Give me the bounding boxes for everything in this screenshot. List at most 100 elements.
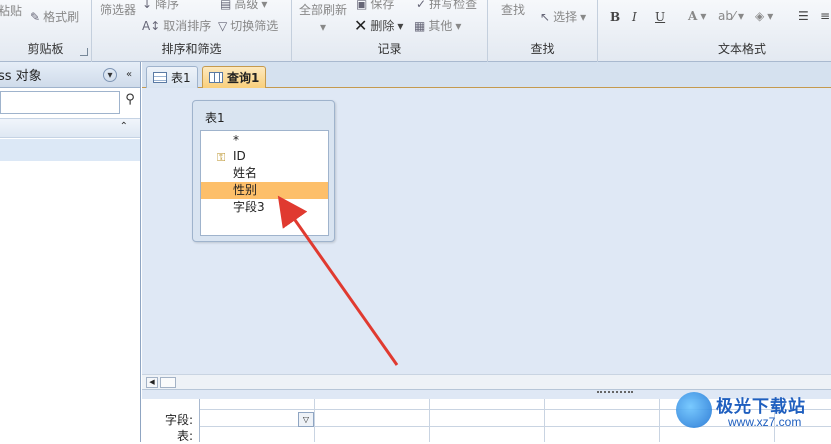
chevron-down-icon: ▾ xyxy=(700,9,707,23)
sort-filter-group: 筛选器 ↓ 降序 A↕ 取消排序 ▤ 高级 ▾ ▽ 切换筛选 排序和筛选 xyxy=(92,0,292,62)
advanced-button[interactable]: ▤ 高级 ▾ xyxy=(220,0,267,12)
document-tab-bar: 表1 查询1 xyxy=(142,62,831,88)
field-item-name[interactable]: 姓名 xyxy=(201,165,328,182)
format-painter-button[interactable]: ✎ 格式刷 xyxy=(30,8,79,25)
filter-button[interactable]: 筛选器 xyxy=(100,1,136,18)
delete-button[interactable]: ✕ 删除 ▾ xyxy=(354,16,403,35)
paste-button[interactable]: 粘贴 xyxy=(0,2,22,19)
collapse-group-icon[interactable]: ⌃ xyxy=(120,121,128,132)
sort-desc-icon: ↓ xyxy=(142,0,153,11)
find-group-title: 查找 xyxy=(530,42,555,56)
field-dropdown-icon[interactable]: ▽ xyxy=(298,412,314,427)
search-icon[interactable]: ⚲ xyxy=(121,92,139,113)
watermark: 极光下载站 www.xz7.com xyxy=(672,388,831,442)
table-field-list-window[interactable]: 表1 * ⚿ ID 姓名 性别 字段3 xyxy=(192,100,335,242)
watermark-brand: 极光下载站 xyxy=(716,397,806,417)
fill-color-button[interactable]: ◈ ▾ xyxy=(755,9,773,23)
cursor-icon: ↖ xyxy=(540,9,551,24)
ribbon: 粘贴 ✎ 格式刷 剪贴板 筛选器 ↓ 降序 A↕ 取消排序 ▤ 高级 ▾ ▽ 切换筛选 排序… xyxy=(0,0,831,62)
splitter-grip[interactable] xyxy=(597,391,633,394)
grid-column[interactable] xyxy=(545,399,660,442)
nav-pane-header[interactable]: ss 对象 ▾ « xyxy=(0,62,140,88)
find-group: 查找 ↖ 选择 ▾ 查找 xyxy=(488,0,598,62)
field-label: 姓名 xyxy=(233,166,258,180)
clipboard-group: 粘贴 ✎ 格式刷 剪贴板 xyxy=(0,0,92,62)
chevron-down-icon: ▾ xyxy=(767,9,774,23)
navigation-pane: ss 对象 ▾ « ⚲ ⌃ xyxy=(0,62,141,442)
delete-x-icon: ✕ xyxy=(354,16,368,35)
clipboard-group-title: 剪贴板 xyxy=(27,42,64,56)
field-item-field3[interactable]: 字段3 xyxy=(201,199,328,216)
tab-label: 查询1 xyxy=(227,71,260,85)
dialog-launcher-icon[interactable] xyxy=(80,48,88,56)
collapse-pane-icon[interactable]: « xyxy=(122,68,136,82)
chevron-down-icon: ▾ xyxy=(580,9,587,24)
highlight-icon: ab⁄ xyxy=(718,9,735,23)
chevron-down-icon: ▾ xyxy=(261,0,268,11)
field-label: ID xyxy=(233,149,246,163)
records-group: 全部刷新 ▾ ▣ 保存 ✕ 删除 ▾ ✓ 拼写检查 ▦ 其他 ▾ 记录 xyxy=(292,0,488,62)
nav-menu-dropdown-icon[interactable]: ▾ xyxy=(103,68,117,82)
horizontal-scrollbar[interactable]: ◀ xyxy=(142,374,831,389)
field-list[interactable]: * ⚿ ID 姓名 性别 字段3 xyxy=(200,130,329,236)
align-left-icon: ☰ xyxy=(798,9,809,23)
table-icon xyxy=(153,72,167,83)
spelling-button[interactable]: ✓ 拼写检查 xyxy=(416,0,477,12)
select-button[interactable]: ↖ 选择 ▾ xyxy=(540,8,586,25)
underline-button[interactable]: U xyxy=(655,10,665,24)
grid-column[interactable] xyxy=(315,399,430,442)
grid-column[interactable] xyxy=(430,399,545,442)
field-label: * xyxy=(233,133,239,147)
align-left-button[interactable]: ☰ xyxy=(798,9,809,23)
font-color-button[interactable]: A ▾ xyxy=(688,9,706,23)
text-format-group: B I U A ▾ ab⁄ ▾ ◈ ▾ ☰ ≡ 文本格式 xyxy=(598,0,831,62)
more-icon: ▦ xyxy=(414,18,426,33)
tab-table1[interactable]: 表1 xyxy=(146,66,198,88)
refresh-dropdown[interactable]: ▾ xyxy=(320,20,326,34)
toggle-filter-button[interactable]: ▽ 切换筛选 xyxy=(218,17,278,34)
sort-descending-button[interactable]: ↓ 降序 xyxy=(142,0,179,12)
grid-column[interactable]: ▽ xyxy=(200,399,315,442)
query-icon xyxy=(209,72,223,83)
grid-label-table: 表: xyxy=(176,429,193,443)
nav-search-input[interactable] xyxy=(0,91,120,114)
bold-button[interactable]: B xyxy=(610,10,620,24)
grid-row-labels: 字段: 表: xyxy=(142,399,199,443)
watermark-url: www.xz7.com xyxy=(728,415,802,429)
save-button[interactable]: ▣ 保存 xyxy=(356,0,394,12)
tab-query1[interactable]: 查询1 xyxy=(202,66,267,88)
tab-label: 表1 xyxy=(171,71,191,85)
nav-pane-title: ss 对象 xyxy=(0,69,42,84)
font-color-icon: A xyxy=(688,9,698,23)
more-button[interactable]: ▦ 其他 ▾ xyxy=(414,17,461,34)
brush-icon: ✎ xyxy=(30,9,41,24)
field-item-all[interactable]: * xyxy=(201,132,328,149)
advanced-filter-icon: ▤ xyxy=(220,0,232,11)
chevron-down-icon: ▾ xyxy=(320,20,327,34)
field-label: 性别 xyxy=(233,183,258,197)
chevron-down-icon: ▾ xyxy=(455,18,462,33)
paint-bucket-icon: ◈ xyxy=(755,9,765,23)
nav-selected-item[interactable] xyxy=(0,139,140,161)
spelling-icon: ✓ xyxy=(416,0,427,11)
save-icon: ▣ xyxy=(356,0,368,11)
records-group-title: 记录 xyxy=(377,42,402,56)
align-center-button[interactable]: ≡ xyxy=(820,9,830,23)
watermark-logo-icon xyxy=(676,392,712,428)
grid-label-field: 字段: xyxy=(164,413,193,427)
italic-button[interactable]: I xyxy=(632,10,637,24)
chevron-down-icon: ▾ xyxy=(397,18,404,33)
text-format-group-title: 文本格式 xyxy=(718,42,767,56)
funnel-icon: ▽ xyxy=(218,18,228,33)
highlight-button[interactable]: ab⁄ ▾ xyxy=(718,9,744,23)
field-item-gender[interactable]: 性别 xyxy=(201,182,328,199)
nav-group-header[interactable]: ⌃ xyxy=(0,118,140,138)
find-button[interactable]: 查找 xyxy=(501,1,525,18)
scroll-left-icon[interactable]: ◀ xyxy=(146,377,158,388)
field-item-id[interactable]: ⚿ ID xyxy=(201,148,328,165)
remove-sort-icon: A↕ xyxy=(142,18,161,33)
scroll-thumb[interactable] xyxy=(160,377,176,388)
sort-filter-group-title: 排序和筛选 xyxy=(161,42,222,56)
remove-sort-button[interactable]: A↕ 取消排序 xyxy=(142,17,211,34)
refresh-all-button[interactable]: 全部刷新 xyxy=(299,1,347,18)
